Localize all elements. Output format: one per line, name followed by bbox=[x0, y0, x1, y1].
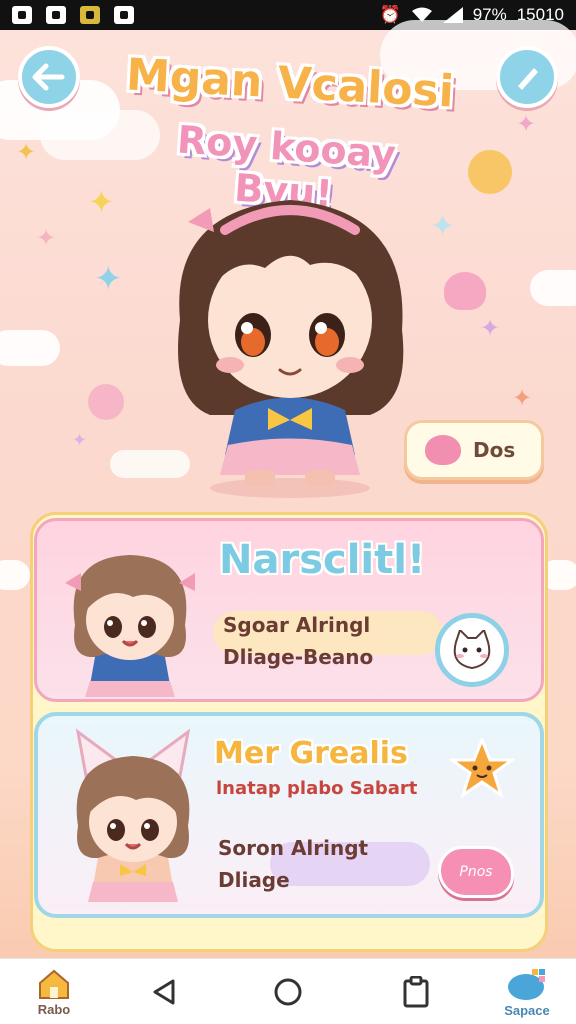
card-1-title: Narsclitl! bbox=[219, 537, 426, 583]
nav-home-circle-button[interactable] bbox=[266, 959, 310, 1024]
bottom-nav-bar: Rabo Sapace bbox=[0, 958, 576, 1024]
recents-clipboard-icon bbox=[403, 976, 429, 1008]
notification-icon bbox=[46, 6, 66, 24]
nav-home-label: Rabo bbox=[37, 1001, 71, 1017]
back-button[interactable] bbox=[18, 46, 80, 108]
notification-icon bbox=[12, 6, 32, 24]
pink-bubble-decor bbox=[88, 384, 124, 420]
sparkle-icon: ✦ bbox=[16, 138, 37, 166]
card-2-action-button[interactable]: Pnos bbox=[438, 846, 514, 898]
orange-bubble-decor bbox=[468, 150, 512, 194]
main-character-illustration bbox=[178, 200, 404, 498]
gallery-notification-icon bbox=[80, 6, 100, 24]
sparkle-icon: ✦ bbox=[94, 259, 123, 299]
cat-face-icon bbox=[453, 630, 491, 670]
notification-icons bbox=[12, 6, 134, 24]
character-card-2[interactable]: Mer Grealis lnatap plabo Sabart Soron Al… bbox=[34, 712, 544, 918]
cloud-decor bbox=[530, 270, 576, 306]
nav-space-label: Sapace bbox=[504, 1002, 550, 1018]
space-blob-icon bbox=[508, 968, 545, 1000]
alarm-icon: ⏰ bbox=[379, 5, 401, 24]
nav-back-button[interactable] bbox=[142, 959, 186, 1024]
edit-button[interactable] bbox=[496, 46, 558, 108]
notification-icon bbox=[114, 6, 134, 24]
card-1-line-2: Dliage-Beano bbox=[223, 645, 374, 669]
card-2-action-label: Pnos bbox=[459, 864, 493, 880]
card-2-line-1: Soron Alringt bbox=[218, 836, 369, 860]
dos-button[interactable]: Dos bbox=[404, 420, 544, 480]
home-icon bbox=[39, 969, 69, 999]
sparkle-icon: ✦ bbox=[36, 224, 57, 252]
back-arrow-icon bbox=[32, 63, 65, 91]
sparkle-icon: ✦ bbox=[88, 183, 115, 221]
back-triangle-icon bbox=[153, 979, 175, 1005]
sparkle-icon: ✦ bbox=[72, 430, 88, 451]
card-2-badge bbox=[446, 736, 518, 800]
card-2-line-2: Dliage bbox=[218, 868, 290, 892]
cloud-decor bbox=[0, 330, 60, 366]
sparkle-icon: ✦ bbox=[516, 110, 537, 138]
home-circle-icon bbox=[274, 978, 302, 1006]
card-1-action-button[interactable] bbox=[435, 613, 509, 687]
card-2-subtitle: lnatap plabo Sabart bbox=[216, 778, 418, 799]
nav-recents-button[interactable] bbox=[394, 959, 438, 1024]
card-2-character-avatar bbox=[75, 728, 191, 902]
card-1-line-1: Sgoar Alringl bbox=[223, 613, 371, 637]
star-face-icon bbox=[449, 738, 515, 798]
card-2-title: Mer Grealis bbox=[214, 736, 408, 771]
sparkle-icon: ✦ bbox=[480, 314, 501, 342]
heart-decor bbox=[444, 272, 486, 310]
nav-space[interactable]: Sapace bbox=[492, 959, 562, 1024]
character-card-1[interactable]: Narsclitl! Sgoar Alringl Dliage-Beano bbox=[34, 518, 544, 702]
nav-home[interactable]: Rabo bbox=[24, 959, 84, 1024]
cloud-decor bbox=[0, 560, 30, 590]
pencil-icon bbox=[518, 68, 538, 90]
heart-icon bbox=[425, 435, 461, 465]
dos-label: Dos bbox=[473, 438, 516, 462]
card-1-character-avatar bbox=[65, 555, 195, 697]
sparkle-icon: ✦ bbox=[512, 384, 533, 412]
